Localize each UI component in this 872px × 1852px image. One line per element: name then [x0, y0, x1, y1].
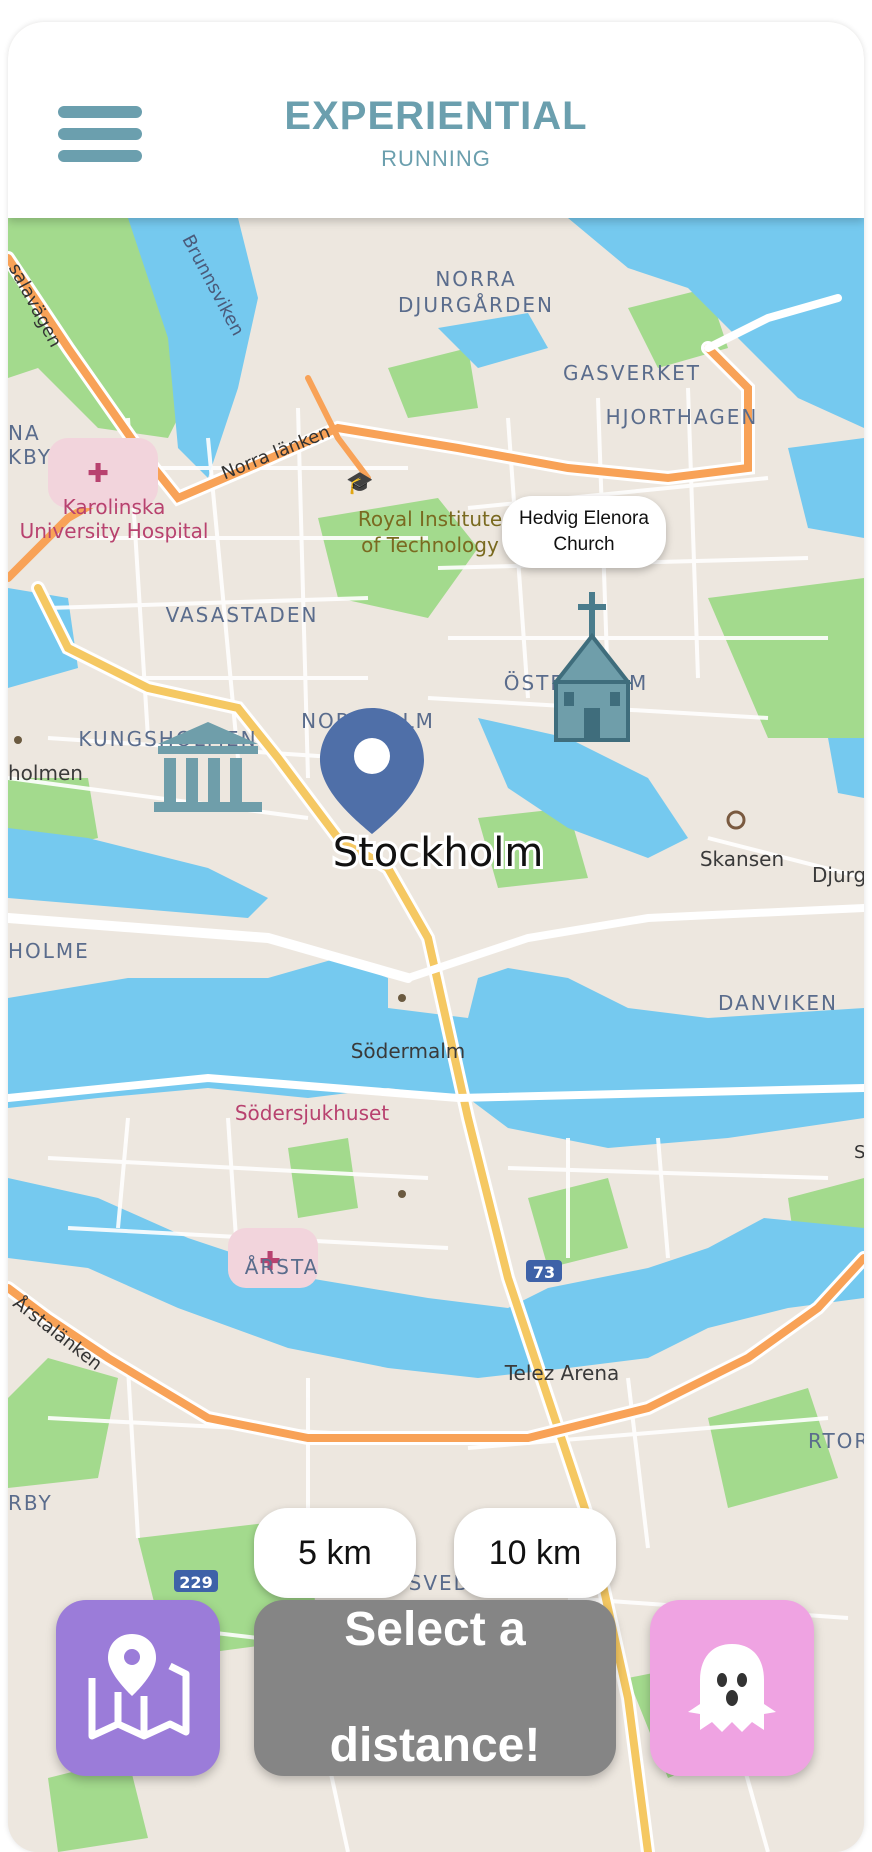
- university-icon: 🎓: [346, 471, 373, 496]
- map-label: RBY: [8, 1491, 53, 1515]
- route-shield-label: 229: [179, 1573, 212, 1592]
- map-label: Royal Institute: [358, 507, 502, 531]
- select-distance-button[interactable]: Select a distance!: [254, 1600, 616, 1776]
- select-distance-line1: Select a: [344, 1603, 526, 1656]
- map-label: of Technology: [361, 533, 499, 557]
- map-label: GASVERKET: [563, 361, 701, 385]
- map-label: KBY: [8, 445, 52, 469]
- map-button[interactable]: [56, 1600, 220, 1776]
- map-label: DANVIKEN: [718, 991, 838, 1015]
- select-distance-line2: distance!: [329, 1719, 541, 1772]
- map-label: Telez Arena: [504, 1361, 620, 1385]
- map-label: HOLME: [8, 939, 90, 963]
- ghost-icon: [688, 1644, 776, 1732]
- map-label: Skansen: [700, 847, 784, 871]
- distance-10km-button[interactable]: 10 km: [454, 1508, 616, 1598]
- ghost-button[interactable]: [650, 1600, 814, 1776]
- map-label: Karolinska: [63, 495, 166, 519]
- map-label: RTOR: [808, 1429, 864, 1453]
- map-label: University Hospital: [20, 519, 209, 543]
- distance-5km-button[interactable]: 5 km: [254, 1508, 416, 1598]
- church-popup[interactable]: Hedvig Elenora Church: [502, 496, 666, 568]
- map-icon: [88, 1634, 190, 1740]
- app-header: EXPERIENTIAL RUNNING: [8, 22, 864, 218]
- distance-10km-label: 10 km: [488, 1534, 582, 1572]
- map-label: HJORTHAGEN: [606, 405, 759, 429]
- map-label: Södersjukhuset: [235, 1101, 389, 1125]
- city-label: Stockholm: [333, 830, 544, 876]
- map-label: holmen: [8, 761, 83, 785]
- app-title: EXPERIENTIAL: [284, 94, 588, 138]
- app-subtitle: RUNNING: [381, 146, 491, 171]
- map-label: S: [854, 1142, 864, 1163]
- church-popup-label: Hedvig Elenora Church: [519, 508, 649, 555]
- map-label: NORRA: [435, 267, 516, 291]
- map-label: VASASTADEN: [166, 603, 319, 627]
- map-label: Södermalm: [351, 1039, 466, 1063]
- map-label: Djurg: [812, 863, 864, 887]
- distance-5km-label: 5 km: [298, 1534, 372, 1572]
- route-shield-label: 73: [533, 1263, 555, 1282]
- map-label: DJURGÅRDEN: [398, 293, 554, 317]
- map-label: NA: [8, 421, 41, 445]
- map-label: ÅRSTA: [245, 1255, 320, 1279]
- app-screen: EXPERIENTIAL RUNNING ✚ ✚ 🎓 NORRA DJURGÅR…: [8, 22, 864, 1852]
- hospital-icon: ✚: [87, 459, 109, 489]
